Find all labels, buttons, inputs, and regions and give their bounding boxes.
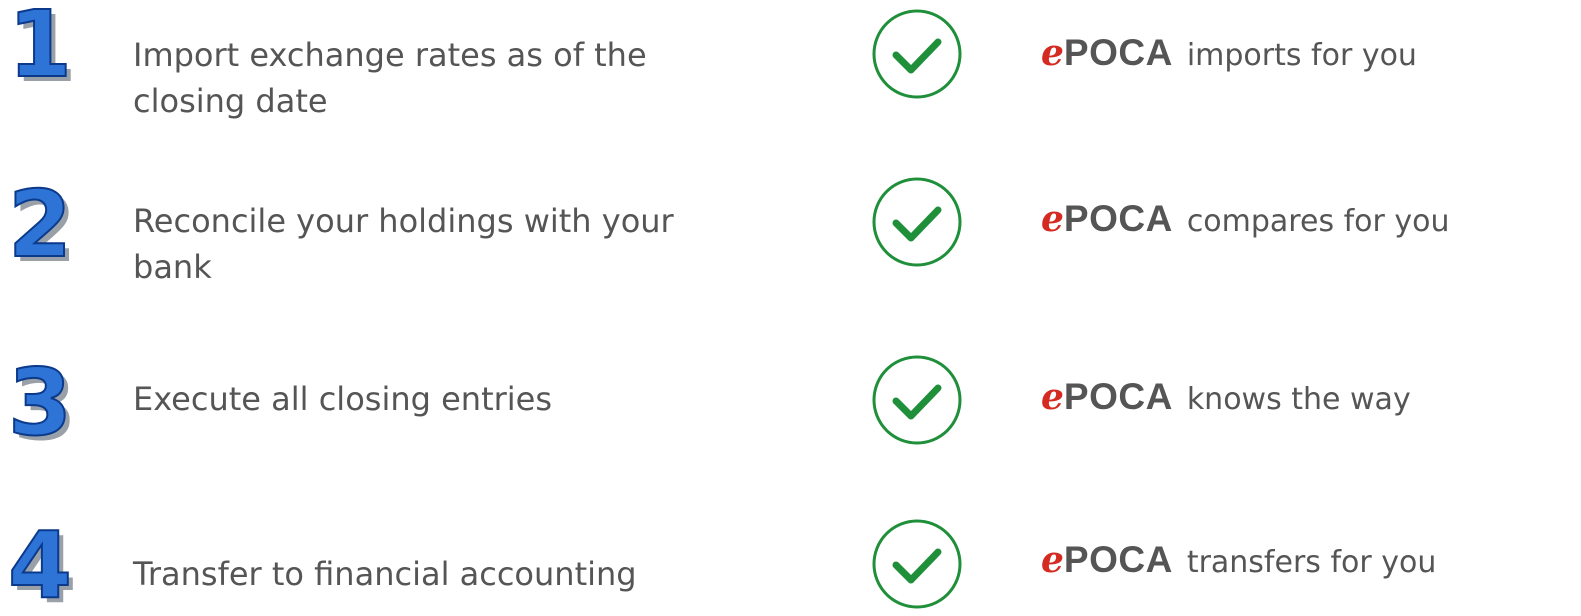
step-number-digit: 1	[8, 0, 72, 98]
step-number-graphic: 1 1	[7, 0, 77, 103]
claim-text: imports for you	[1186, 38, 1417, 73]
claim-text: knows the way	[1186, 382, 1411, 417]
step-number-digit: 3	[8, 349, 72, 456]
step-number-graphic: 3 3	[7, 348, 77, 461]
logo-name: POCA	[1063, 376, 1173, 417]
checkmark-circle-icon	[871, 8, 963, 100]
claim-text: transfers for you	[1186, 545, 1437, 580]
logo-prefix: e	[1041, 198, 1064, 240]
checkmark-circle-icon	[871, 354, 963, 446]
logo-prefix: e	[1041, 539, 1064, 581]
step-number-digit: 4	[8, 512, 72, 616]
checkmark-circle-icon	[871, 176, 963, 268]
checkmark-circle-icon	[871, 518, 963, 610]
step-task-text: Reconcile your holdings with your bank	[133, 202, 674, 286]
logo-prefix: e	[1041, 376, 1064, 418]
step-number-2: 2 2	[4, 170, 94, 283]
brand-claim: e POCA transfers for you	[1041, 539, 1436, 581]
step-task-text: Transfer to financial accounting	[133, 555, 637, 593]
step-number-1: 1 1	[4, 0, 94, 103]
step-task-text: Import exchange rates as of the closing …	[133, 36, 647, 120]
epoca-logo: e POCA	[1041, 198, 1173, 240]
step-task-text: Execute all closing entries	[133, 380, 553, 418]
claim-text: compares for you	[1186, 204, 1450, 239]
step-number-digit: 2	[8, 171, 72, 278]
epoca-logo: e POCA	[1041, 32, 1173, 74]
brand-claim: e POCA imports for you	[1041, 32, 1417, 74]
step-number-graphic: 2 2	[7, 170, 77, 283]
logo-prefix: e	[1041, 32, 1064, 74]
epoca-logo: e POCA	[1041, 539, 1173, 581]
step-number-4: 4 4	[4, 511, 94, 616]
logo-name: POCA	[1063, 539, 1173, 580]
step-number-3: 3 3	[4, 348, 94, 461]
step-number-graphic: 4 4	[7, 511, 77, 616]
logo-name: POCA	[1063, 198, 1173, 239]
brand-claim: e POCA knows the way	[1041, 376, 1411, 418]
logo-name: POCA	[1063, 32, 1173, 73]
brand-claim: e POCA compares for you	[1041, 198, 1450, 240]
epoca-logo: e POCA	[1041, 376, 1173, 418]
